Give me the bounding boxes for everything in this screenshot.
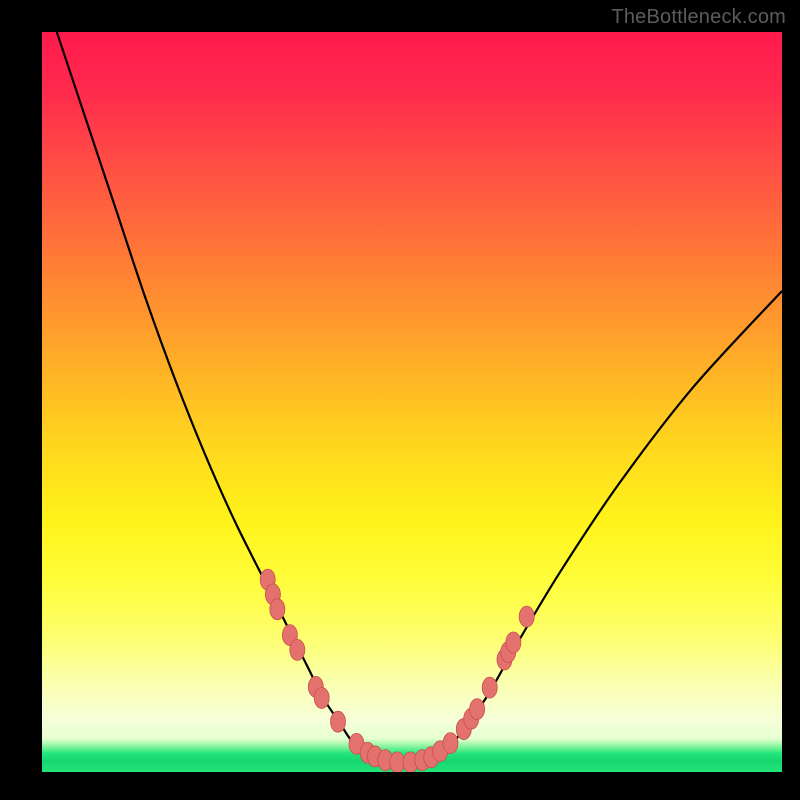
curve-marker: [270, 599, 285, 620]
curve-marker: [519, 606, 534, 627]
watermark-text: TheBottleneck.com: [611, 6, 786, 29]
curve-marker: [314, 688, 329, 709]
figure-container: TheBottleneck.com: [0, 0, 800, 800]
curve-marker: [390, 752, 405, 772]
marker-group: [260, 569, 534, 772]
chart-svg: [42, 32, 782, 772]
curve-marker: [470, 699, 485, 720]
curve-marker: [506, 632, 521, 653]
curve-marker: [290, 639, 305, 660]
curve-marker: [331, 711, 346, 732]
plot-area: [42, 32, 782, 772]
main-curve: [57, 32, 782, 763]
curve-marker: [482, 677, 497, 698]
curve-marker: [443, 733, 458, 754]
